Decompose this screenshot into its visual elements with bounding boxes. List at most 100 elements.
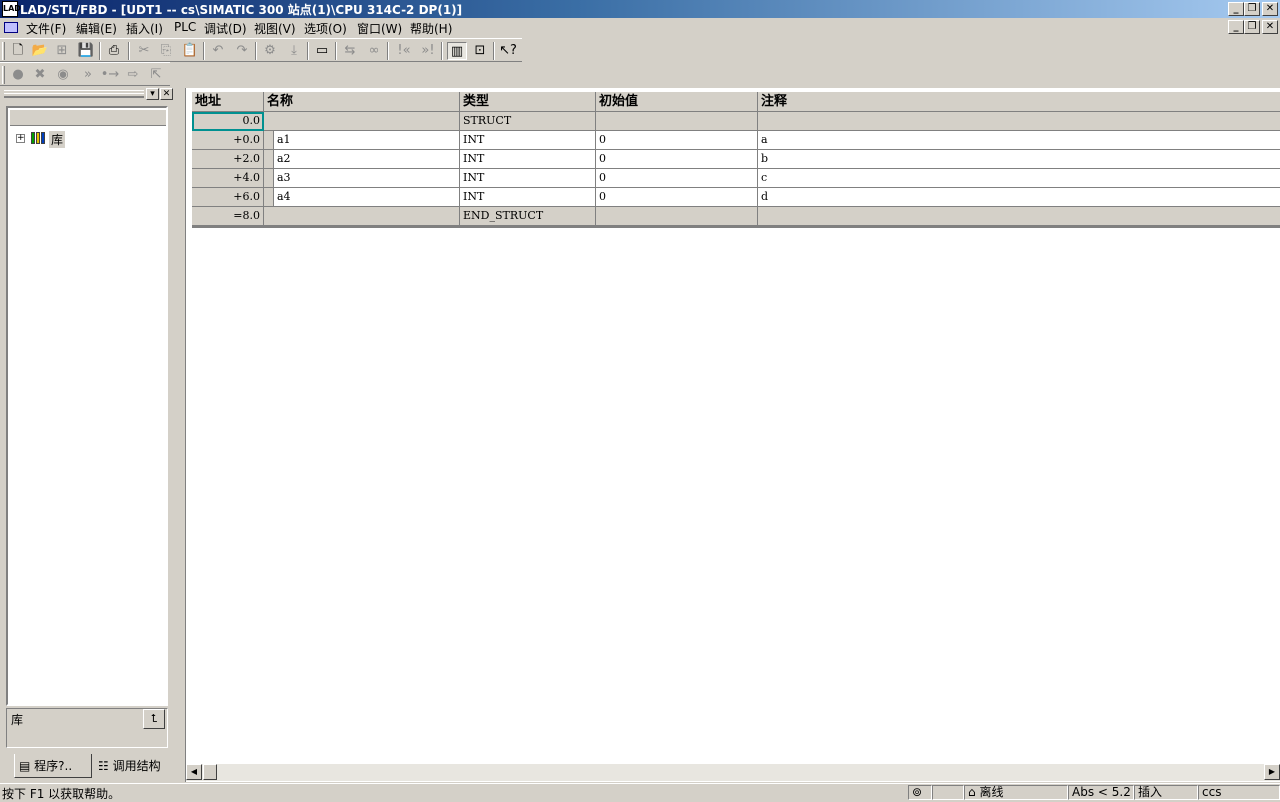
doc-close-button[interactable]: ✕ [1262, 20, 1278, 34]
cell-name[interactable]: a3 [274, 169, 460, 188]
cell-type[interactable]: INT [460, 131, 596, 150]
cell-initial[interactable]: 0 [596, 169, 758, 188]
call-structure-icon: ☷ [98, 759, 109, 773]
step-out-icon[interactable]: ⇱ [146, 66, 166, 84]
details-icon[interactable]: ⊡ [470, 42, 490, 60]
cell-name[interactable]: a1 [274, 131, 460, 150]
menu-file[interactable]: 文件(F) [26, 20, 66, 37]
doc-restore-button[interactable]: ❐ [1244, 20, 1260, 34]
monitor-icon[interactable]: ▭ [312, 42, 332, 60]
jump-to-icon[interactable]: ⮤ [143, 709, 165, 729]
cell-type[interactable]: END_STRUCT [460, 207, 596, 226]
menu-window[interactable]: 窗口(W) [357, 20, 402, 37]
declaration-table: 地址 名称 类型 初始值 注释 0.0 STRUCT +0.0 a1 INT 0… [192, 92, 1280, 228]
column-header-address[interactable]: 地址 [192, 92, 264, 112]
cell-address[interactable]: +4.0 [192, 169, 264, 188]
cell-type[interactable]: INT [460, 150, 596, 169]
column-header-name[interactable]: 名称 [264, 92, 460, 112]
column-header-comment[interactable]: 注释 [758, 92, 1280, 112]
tab-program-elements[interactable]: ▤ 程序?.. [14, 754, 92, 778]
cut-icon[interactable]: ✂ [134, 42, 154, 60]
menu-debug[interactable]: 调试(D) [204, 20, 247, 37]
breakpoint-icon[interactable]: ● [8, 66, 28, 84]
cell-initial[interactable]: 0 [596, 188, 758, 207]
menu-options[interactable]: 选项(O) [304, 20, 347, 37]
cell-name[interactable] [264, 207, 460, 226]
prev-error-icon[interactable]: !« [394, 42, 414, 60]
paste-icon[interactable]: 📋 [180, 42, 200, 60]
menu-help[interactable]: 帮助(H) [410, 20, 452, 37]
cell-comment[interactable]: c [758, 169, 1280, 188]
delete-breakpoint-icon[interactable]: ✖ [30, 66, 50, 84]
cell-initial[interactable]: 0 [596, 131, 758, 150]
program-elements-tree[interactable]: + 库 [6, 106, 168, 706]
scroll-right-icon[interactable]: ▶ [1264, 764, 1280, 780]
tree-item-library[interactable]: 库 [49, 131, 66, 148]
doc-minimize-button[interactable]: _ [1228, 20, 1244, 34]
save-icon[interactable]: 💾 [76, 42, 96, 60]
menu-insert[interactable]: 插入(I) [126, 20, 163, 37]
standard-toolbar: 🗋 📂 ⊞ 💾 ⎙ ✂ ⎘ 📋 ↶ ↷ ⚙ ⤓ ▭ ⇆ ∞ !« »! ▥ ⊡ … [0, 38, 522, 62]
cell-initial[interactable] [596, 112, 758, 131]
print-icon[interactable]: ⎙ [104, 42, 124, 60]
restore-button[interactable]: ❐ [1244, 2, 1260, 16]
pane-grip[interactable] [4, 90, 144, 98]
cell-name[interactable]: a4 [274, 188, 460, 207]
horizontal-scrollbar[interactable]: ◀ ▶ [186, 764, 1280, 781]
debug-toolbar: ● ✖ ◉ » •→ ⇨ ⇱ [0, 62, 170, 86]
column-header-type[interactable]: 类型 [460, 92, 596, 112]
copy-icon[interactable]: ⎘ [156, 42, 176, 60]
next-error-icon[interactable]: »! [418, 42, 438, 60]
tab-label: 调用结构 [112, 759, 161, 773]
next-statement-icon[interactable]: » [78, 66, 98, 84]
cell-initial[interactable] [596, 207, 758, 226]
cell-address[interactable]: +2.0 [192, 150, 264, 169]
menu-edit[interactable]: 编辑(E) [76, 20, 117, 37]
minimize-button[interactable]: _ [1228, 2, 1244, 16]
cell-comment[interactable]: a [758, 131, 1280, 150]
cell-address[interactable]: =8.0 [192, 207, 264, 226]
open-folder-icon[interactable]: 📂 [30, 42, 50, 60]
cell-address[interactable]: +0.0 [192, 131, 264, 150]
cell-comment[interactable] [758, 112, 1280, 131]
tree-expander-icon[interactable]: + [16, 134, 25, 143]
cell-comment[interactable] [758, 207, 1280, 226]
menu-view[interactable]: 视图(V) [254, 20, 296, 37]
cell-address[interactable]: 0.0 [192, 112, 264, 131]
menu-plc[interactable]: PLC [174, 20, 196, 34]
document-icon[interactable] [4, 22, 18, 33]
new-file-icon[interactable]: 🗋 [8, 42, 28, 60]
cell-address[interactable]: +6.0 [192, 188, 264, 207]
step-over-icon[interactable]: ⇨ [123, 66, 143, 84]
execute-call-icon[interactable]: •→ [100, 66, 120, 84]
cell-type[interactable]: INT [460, 169, 596, 188]
pane-close-button[interactable]: ✕ [160, 88, 173, 100]
breakpoint-active-icon[interactable]: ◉ [53, 66, 73, 84]
redo-icon[interactable]: ↷ [232, 42, 252, 60]
glasses-icon[interactable]: ∞ [364, 42, 384, 60]
pane-menu-button[interactable]: ▾ [146, 88, 159, 100]
network-icon[interactable]: ⊞ [52, 42, 72, 60]
compare-icon[interactable]: ⇆ [340, 42, 360, 60]
close-button[interactable]: ✕ [1262, 2, 1278, 16]
tab-call-structure[interactable]: ☷ 调用结构 [94, 754, 170, 778]
undo-icon[interactable]: ↶ [208, 42, 228, 60]
cell-name[interactable] [264, 112, 460, 131]
column-header-initial[interactable]: 初始值 [596, 92, 758, 112]
cell-comment[interactable]: d [758, 188, 1280, 207]
help-pointer-icon[interactable]: ↖? [498, 42, 518, 60]
cell-name[interactable]: a2 [274, 150, 460, 169]
compile-icon[interactable]: ⚙ [260, 42, 280, 60]
download-icon[interactable]: ⤓ [284, 42, 304, 60]
cell-initial[interactable]: 0 [596, 150, 758, 169]
cell-type[interactable]: STRUCT [460, 112, 596, 131]
toolbar-grip[interactable] [2, 66, 5, 84]
cell-comment[interactable]: b [758, 150, 1280, 169]
status-mode: 插入 [1134, 785, 1198, 800]
cell-type[interactable]: INT [460, 188, 596, 207]
scroll-thumb[interactable] [203, 764, 217, 780]
scroll-left-icon[interactable]: ◀ [186, 764, 202, 780]
library-icon [30, 131, 46, 145]
overview-icon[interactable]: ▥ [447, 42, 467, 60]
toolbar-grip[interactable] [2, 42, 5, 60]
